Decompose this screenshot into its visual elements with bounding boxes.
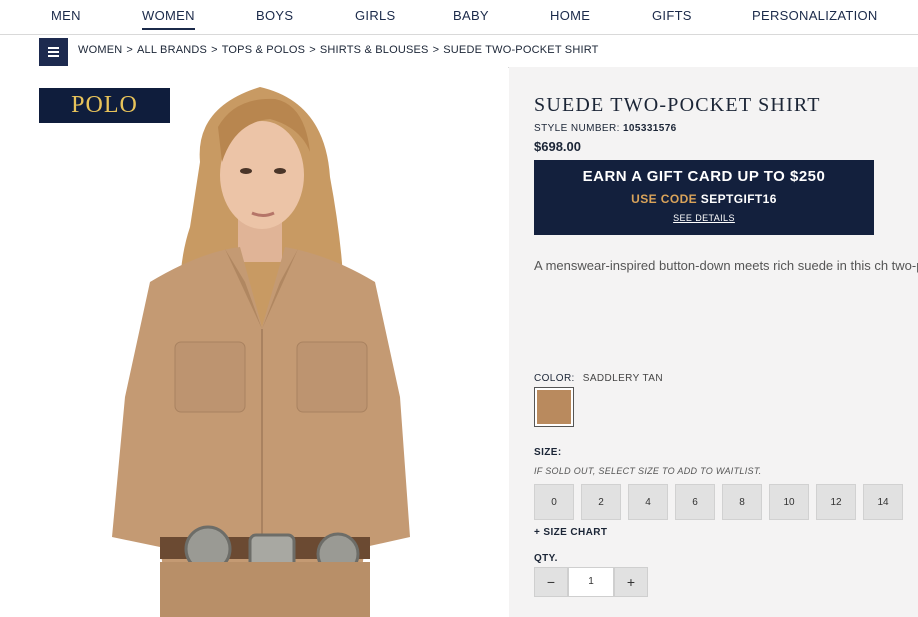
size-option-0[interactable]: 0: [534, 484, 574, 520]
quantity-label: QTY.: [534, 553, 558, 564]
nav-item-home[interactable]: HOME: [550, 8, 590, 23]
breadcrumb-item-current: SUEDE TWO-POCKET SHIRT: [443, 44, 599, 56]
hamburger-menu-icon[interactable]: [39, 38, 68, 66]
nav-item-gifts[interactable]: GIFTS: [652, 8, 692, 23]
promo-code: USE CODE SEPTGIFT16: [631, 192, 777, 206]
style-number: STYLE NUMBER: 105331576: [534, 123, 677, 134]
see-details-link[interactable]: SEE DETAILS: [534, 213, 874, 223]
quantity-decrease-button[interactable]: −: [534, 567, 568, 597]
quantity-input[interactable]: 1: [568, 567, 614, 597]
size-chart-link[interactable]: + SIZE CHART: [534, 527, 607, 538]
breadcrumb: WOMEN > ALL BRANDS > TOPS & POLOS > SHIRTS & B…: [78, 44, 599, 56]
size-option-4[interactable]: 4: [628, 484, 668, 520]
product-title: SUEDE TWO-POCKET SHIRT: [534, 94, 821, 116]
nav-item-women[interactable]: WOMEN: [142, 8, 195, 30]
product-details-panel: SUEDE TWO-POCKET SHIRT STYLE NUMBER: 105…: [509, 67, 918, 617]
nav-item-men[interactable]: MEN: [51, 8, 81, 23]
size-label: SIZE:: [534, 447, 562, 458]
size-option-12[interactable]: 12: [816, 484, 856, 520]
color-value: SADDLERY TAN: [582, 373, 663, 384]
size-option-2[interactable]: 2: [581, 484, 621, 520]
color-swatch-saddlery-tan[interactable]: [534, 387, 574, 427]
model-photo: [112, 87, 410, 617]
breadcrumb-item-women[interactable]: WOMEN: [78, 44, 122, 56]
product-image[interactable]: [0, 67, 508, 617]
nav-item-boys[interactable]: BOYS: [256, 8, 293, 23]
gift-card-promo-banner: EARN A GIFT CARD UP TO $250 USE CODE SEP…: [534, 160, 874, 235]
top-navigation: MEN WOMEN BOYS GIRLS BABY HOME GIFTS PER…: [0, 0, 918, 34]
size-option-6[interactable]: 6: [675, 484, 715, 520]
product-description: A menswear-inspired button-down meets ri…: [534, 258, 918, 273]
size-option-8[interactable]: 8: [722, 484, 762, 520]
size-option-14[interactable]: 14: [863, 484, 903, 520]
size-waitlist-note: IF SOLD OUT, SELECT SIZE TO ADD TO WAITL…: [534, 466, 762, 476]
breadcrumb-item-shirts-blouses[interactable]: SHIRTS & BLOUSES: [320, 44, 429, 56]
nav-item-girls[interactable]: GIRLS: [355, 8, 396, 23]
breadcrumb-item-all-brands[interactable]: ALL BRANDS: [137, 44, 207, 56]
color-label: COLOR: SADDLERY TAN: [534, 373, 663, 384]
size-option-10[interactable]: 10: [769, 484, 809, 520]
product-price: $698.00: [534, 139, 581, 154]
nav-item-baby[interactable]: BABY: [453, 8, 489, 23]
breadcrumb-item-tops-polos[interactable]: TOPS & POLOS: [222, 44, 306, 56]
promo-headline: EARN A GIFT CARD UP TO $250: [582, 168, 826, 185]
nav-item-personalization[interactable]: PERSONALIZATION: [752, 8, 878, 23]
quantity-increase-button[interactable]: +: [614, 567, 648, 597]
breadcrumb-bar: WOMEN > ALL BRANDS > TOPS & POLOS > SHIRTS & B…: [0, 34, 918, 68]
polo-logo: POLO: [39, 88, 170, 123]
